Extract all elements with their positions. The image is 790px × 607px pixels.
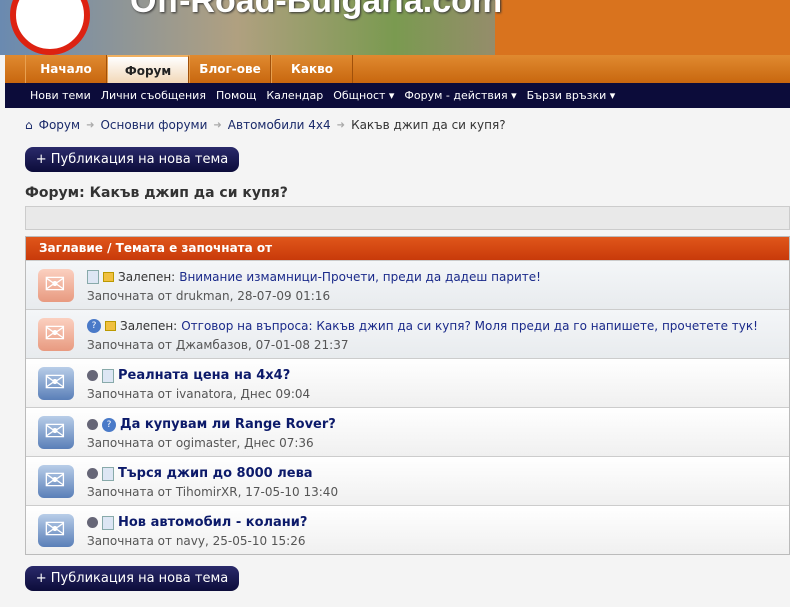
home-icon[interactable]: ⌂ — [25, 118, 33, 132]
tab-home[interactable]: Начало — [25, 55, 107, 83]
question-icon: ? — [87, 319, 101, 333]
thread-row[interactable]: Нов автомобил - колани? Започната от nav… — [26, 505, 789, 554]
main-tabs: Начало Форум Блог-ове Какво ново? — [5, 55, 790, 104]
subnav-calendar[interactable]: Календар — [266, 89, 323, 102]
site-logo[interactable] — [10, 0, 90, 55]
envelope-icon — [38, 465, 74, 498]
status-icon — [87, 468, 98, 479]
thread-meta: Започната от Джамбазов, 07-01-08 21:37 — [87, 338, 349, 352]
subnav-help[interactable]: Помощ — [216, 89, 256, 102]
thread-row[interactable]: ? Залепен: Отговор на въпроса: Какъв джип… — [26, 309, 789, 358]
arrow-icon: ➜ — [213, 119, 222, 131]
subnav-private-messages[interactable]: Лични съобщения — [101, 89, 206, 102]
status-icon — [87, 517, 98, 528]
thread-title[interactable]: Внимание измамници-Прочети, преди да дад… — [179, 270, 541, 284]
new-thread-button-bottom[interactable]: + Публикация на нова тема — [25, 566, 239, 591]
thread-row[interactable]: Реалната цена на 4x4? Започната от ivana… — [26, 358, 789, 407]
breadcrumb-4x4[interactable]: Автомобили 4x4 — [228, 118, 331, 132]
subnav-quick-links[interactable]: Бързи връзки ▾ — [527, 89, 616, 102]
document-icon — [102, 368, 114, 383]
breadcrumb-forum[interactable]: Форум — [39, 118, 80, 132]
envelope-icon — [38, 416, 74, 449]
thread-meta: Започната от drukman, 28-07-09 01:16 — [87, 289, 331, 303]
thread-list: Заглавие / Темата е започната от Залепен… — [25, 236, 790, 555]
document-icon — [102, 515, 114, 530]
tab-blogs[interactable]: Блог-ове — [189, 55, 271, 83]
thread-title[interactable]: Реалната цена на 4x4? — [118, 368, 290, 383]
thread-meta: Започната от ivanatora, Днес 09:04 — [87, 387, 311, 401]
tab-forum[interactable]: Форум — [107, 55, 189, 83]
sub-navigation: Нови теми Лични съобщения Помощ Календар… — [5, 83, 790, 108]
forum-title: Форум: Какъв джип да си купя? — [25, 185, 288, 201]
thread-row[interactable]: ? Да купувам ли Range Rover? Започната о… — [26, 407, 789, 456]
envelope-icon — [38, 318, 74, 351]
envelope-icon — [38, 269, 74, 302]
breadcrumb: ⌂ Форум ➜ Основни форуми ➜ Автомобили 4x4 ➜… — [25, 118, 506, 132]
thread-meta: Започната от navy, 25-05-10 15:26 — [87, 534, 306, 548]
list-header: Заглавие / Темата е започната от — [26, 237, 789, 260]
breadcrumb-main-forums[interactable]: Основни форуми — [100, 118, 207, 132]
new-thread-button[interactable]: + Публикация на нова тема — [25, 147, 239, 172]
thread-row[interactable]: Търся джип до 8000 лева Започната от Tih… — [26, 456, 789, 505]
site-banner: Off-Road-Bulgaria.com — [0, 0, 790, 55]
sticky-label: Залепен: — [120, 319, 178, 333]
thread-meta: Започната от TihomirXR, 17-05-10 13:40 — [87, 485, 339, 499]
arrow-icon: ➜ — [336, 119, 346, 131]
thread-title[interactable]: Да купувам ли Range Rover? — [120, 417, 336, 432]
sticky-icon — [103, 272, 114, 282]
sticky-icon — [105, 321, 116, 331]
thread-meta: Започната от ogimaster, Днес 07:36 — [87, 436, 314, 450]
question-icon: ? — [102, 417, 116, 432]
thread-title[interactable]: Нов автомобил - колани? — [118, 515, 307, 530]
subnav-forum-actions[interactable]: Форум - действия ▾ — [404, 89, 516, 102]
tab-whats-new[interactable]: Какво ново? — [271, 55, 353, 104]
status-icon — [87, 419, 98, 430]
document-icon — [87, 270, 99, 284]
document-icon — [102, 466, 114, 481]
breadcrumb-current: Какъв джип да си купя? — [351, 118, 506, 132]
subnav-community[interactable]: Общност ▾ — [333, 89, 394, 102]
forum-info-bar — [25, 206, 790, 230]
thread-row[interactable]: Залепен: Внимание измамници-Прочети, пре… — [26, 260, 789, 309]
envelope-icon — [38, 514, 74, 547]
site-title: Off-Road-Bulgaria.com — [130, 0, 503, 20]
thread-title[interactable]: Отговор на въпроса: Какъв джип да си куп… — [181, 319, 758, 333]
sticky-label: Залепен: — [118, 270, 176, 284]
arrow-icon: ➜ — [86, 119, 95, 131]
envelope-icon — [38, 367, 74, 400]
thread-title[interactable]: Търся джип до 8000 лева — [118, 466, 313, 481]
subnav-new-posts[interactable]: Нови теми — [30, 89, 91, 102]
status-icon — [87, 370, 98, 381]
